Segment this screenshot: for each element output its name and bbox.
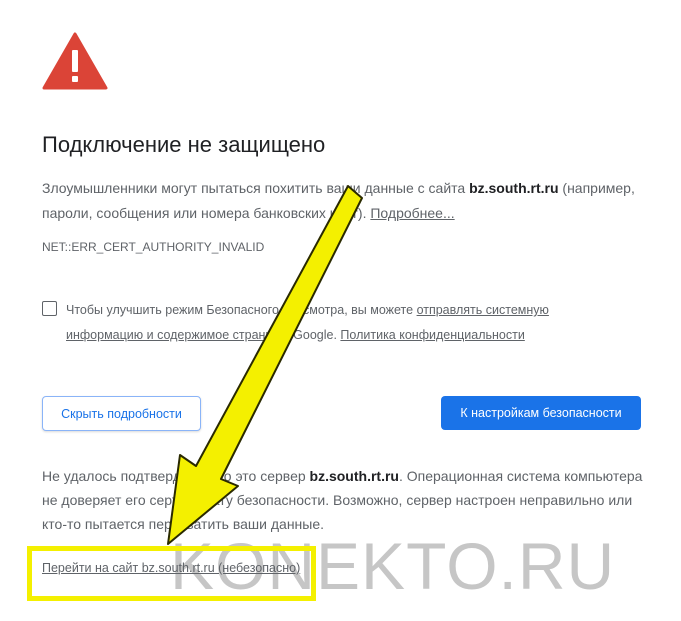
safe-browsing-text-1: Чтобы улучшить режим Безопасного просмот…: [66, 303, 417, 317]
safe-browsing-text: Чтобы улучшить режим Безопасного просмот…: [66, 298, 606, 348]
details-text: Не удалось подтвердить, что это сервер b…: [42, 464, 652, 536]
safe-browsing-text-2: в Google.: [279, 328, 341, 342]
safe-browsing-checkbox[interactable]: [42, 301, 57, 316]
warning-triangle-icon: [42, 32, 108, 90]
main-message: Злоумышленники могут пытаться похитить в…: [42, 176, 642, 226]
error-code: NET::ERR_CERT_AUTHORITY_INVALID: [42, 240, 265, 254]
proceed-unsafe-link[interactable]: Перейти на сайт bz.south.rt.ru (небезопа…: [42, 561, 300, 575]
details-host: bz.south.rt.ru: [309, 468, 399, 484]
learn-more-link[interactable]: Подробнее...: [370, 205, 454, 221]
page-title: Подключение не защищено: [42, 132, 326, 157]
main-message-text: Злоумышленники могут пытаться похитить в…: [42, 180, 470, 196]
main-message-host: bz.south.rt.ru: [469, 180, 559, 196]
hide-details-button[interactable]: Скрыть подробности: [42, 396, 201, 431]
details-text-1: Не удалось подтвердить, что это сервер: [42, 468, 310, 484]
back-to-safety-button[interactable]: К настройкам безопасности: [441, 396, 641, 430]
privacy-policy-link[interactable]: Политика конфиденциальности: [340, 328, 524, 342]
